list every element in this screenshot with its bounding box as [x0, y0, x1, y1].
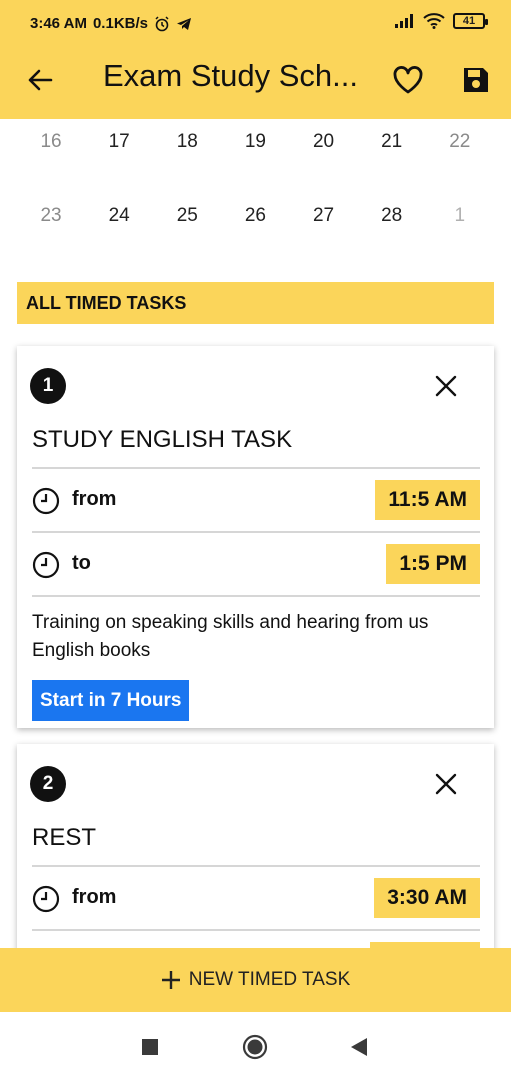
calendar-day[interactable]: 21	[358, 131, 426, 153]
network-speed: 0.1KB/s	[92, 15, 148, 32]
task-description: Training on speaking skills and hearing …	[32, 612, 429, 661]
recents-button[interactable]	[137, 1034, 163, 1060]
task-card: 1 STUDY ENGLISH TASK from 11:5 AM to 1:5…	[17, 346, 494, 728]
from-row: from 11:5 AM	[32, 480, 480, 520]
clock-icon	[32, 487, 60, 515]
circle-icon	[242, 1034, 268, 1060]
save-icon	[464, 68, 488, 92]
task-title: STUDY ENGLISH TASK	[32, 426, 293, 453]
start-countdown-button[interactable]: Start in 7 Hours	[32, 680, 190, 721]
task-number-badge: 1	[30, 368, 66, 404]
calendar-day[interactable]: 22	[426, 131, 494, 153]
status-bar: 3:46 AM 0.1KB/s 41	[0, 0, 511, 48]
calendar-day[interactable]: 20	[290, 131, 358, 153]
clock-icon	[32, 885, 60, 913]
calendar-day[interactable]: 17	[85, 131, 153, 153]
calendar-day[interactable]: 1	[426, 205, 494, 227]
from-row: from 3:30 AM	[32, 878, 480, 918]
app-header: 3:46 AM 0.1KB/s 41 Exam Study Sch...	[0, 0, 511, 119]
save-button[interactable]	[456, 60, 496, 100]
delete-task-button[interactable]	[432, 770, 460, 798]
signal-icon	[395, 14, 413, 28]
calendar-day[interactable]: 23	[17, 205, 85, 227]
heart-icon	[393, 66, 423, 94]
section-header: ALL TIMED TASKS	[17, 282, 494, 324]
triangle-left-icon	[351, 1038, 367, 1056]
home-button[interactable]	[242, 1034, 268, 1060]
page-title: Exam Study Sch...	[103, 58, 358, 93]
arrow-left-icon	[28, 69, 53, 91]
favorite-button[interactable]	[388, 60, 428, 100]
close-icon	[435, 375, 457, 397]
new-timed-task-label: NEW TIMED TASK	[188, 969, 351, 990]
from-label: from	[72, 886, 117, 908]
status-left: 3:46 AM 0.1KB/s	[30, 15, 192, 32]
status-right: 41	[395, 13, 488, 29]
delete-task-button[interactable]	[432, 372, 460, 400]
alarm-icon	[155, 15, 169, 31]
to-row: to 1:5 PM	[32, 544, 480, 584]
status-time: 3:46 AM	[30, 15, 87, 32]
calendar-day[interactable]: 18	[153, 131, 221, 153]
plus-icon	[161, 971, 180, 989]
from-label: from	[72, 488, 117, 510]
back-button[interactable]	[22, 62, 58, 98]
calendar-week: 23 24 25 26 27 28 1	[17, 205, 494, 227]
task-title: REST	[32, 824, 97, 851]
from-time-chip[interactable]: 11:5 AM	[375, 480, 480, 520]
telegram-icon	[177, 17, 191, 30]
wifi-icon	[423, 13, 445, 29]
divider	[32, 595, 480, 597]
task-card: 2 REST from 3:30 AM	[17, 744, 494, 982]
new-timed-task-button[interactable]: NEW TIMED TASK	[0, 948, 511, 1012]
task-number-badge: 2	[30, 766, 66, 802]
to-label: to	[72, 552, 91, 574]
square-icon	[142, 1039, 158, 1055]
battery-icon: 41	[453, 13, 488, 29]
divider	[32, 467, 480, 469]
calendar-day[interactable]: 19	[221, 131, 289, 153]
calendar-day[interactable]: 28	[358, 205, 426, 227]
system-nav-bar	[0, 1012, 511, 1080]
from-time-chip[interactable]: 3:30 AM	[374, 878, 480, 918]
calendar-day[interactable]: 16	[17, 131, 85, 153]
calendar-week: 16 17 18 19 20 21 22	[17, 131, 494, 153]
calendar-day[interactable]: 26	[221, 205, 289, 227]
calendar-day[interactable]: 24	[85, 205, 153, 227]
to-time-chip[interactable]: 1:5 PM	[386, 544, 480, 584]
divider	[32, 929, 480, 931]
calendar-day[interactable]: 27	[290, 205, 358, 227]
divider	[32, 865, 480, 867]
calendar-day[interactable]: 25	[153, 205, 221, 227]
close-icon	[435, 773, 457, 795]
divider	[32, 531, 480, 533]
clock-icon	[32, 551, 60, 579]
nav-back-button[interactable]	[346, 1034, 372, 1060]
